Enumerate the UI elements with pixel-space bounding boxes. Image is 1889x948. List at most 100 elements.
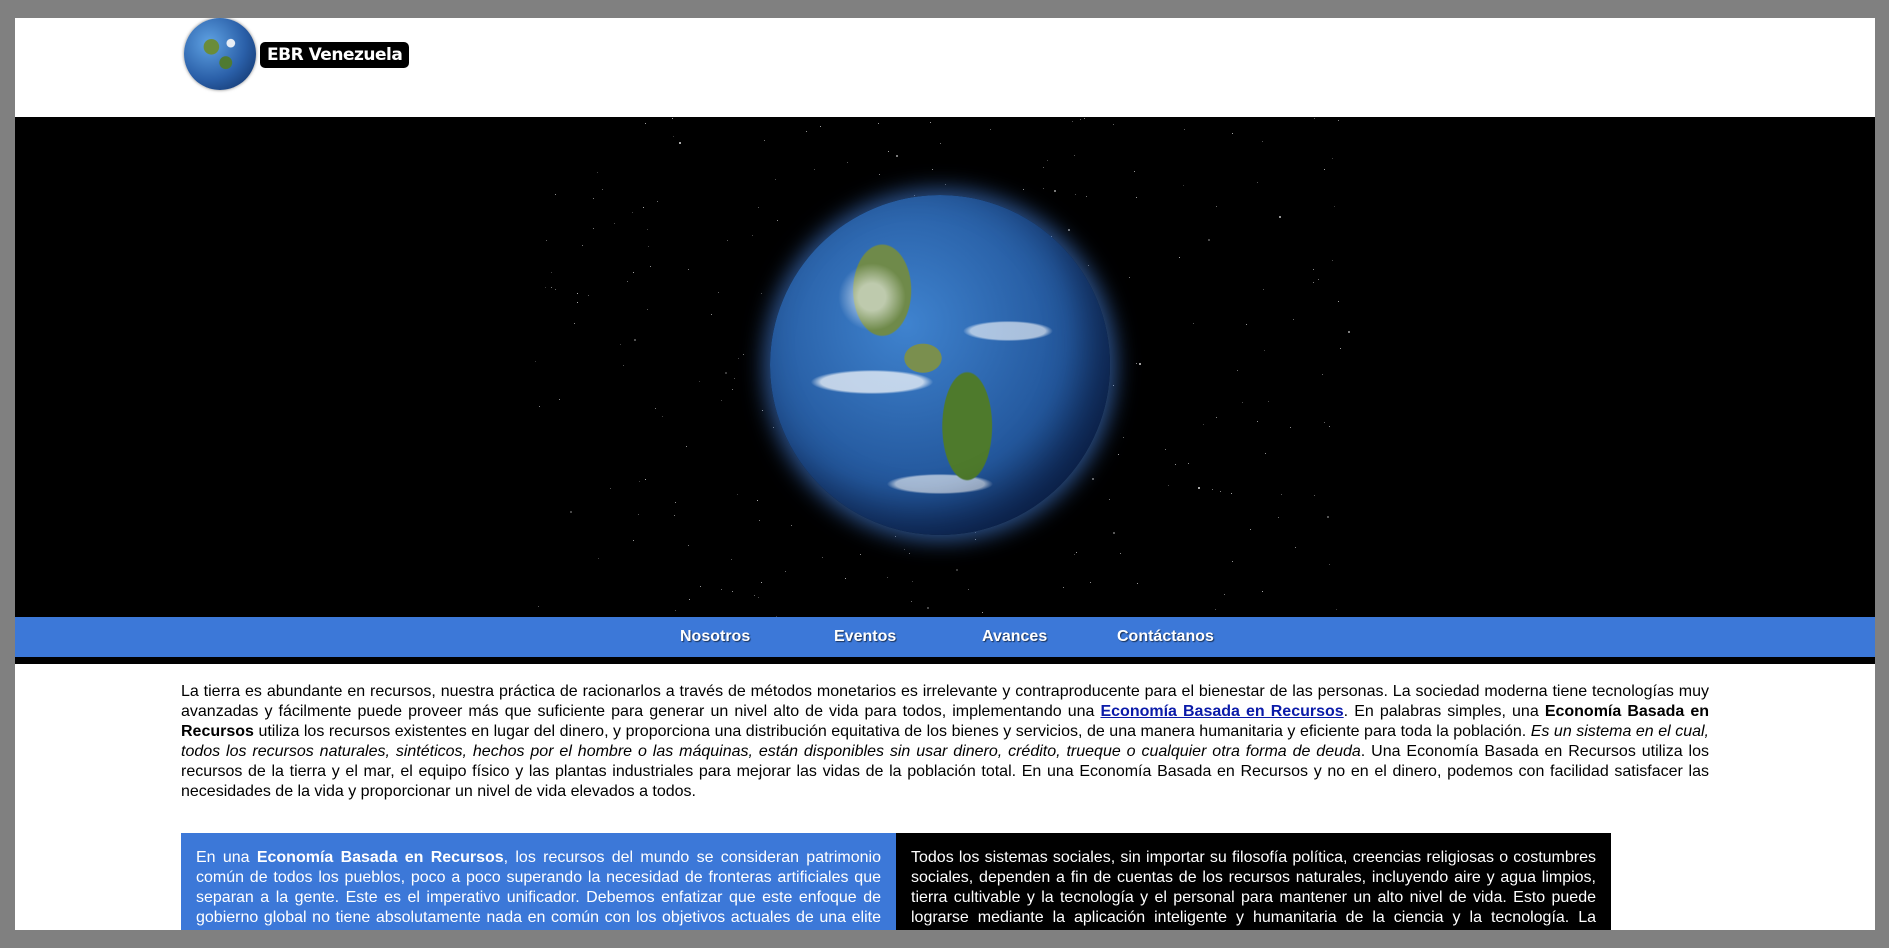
star-decoration xyxy=(968,588,970,590)
site-logo[interactable]: EBR Venezuela xyxy=(184,18,410,94)
earth-image xyxy=(770,195,1110,535)
star-decoration xyxy=(1336,608,1338,610)
star-decoration xyxy=(1074,155,1076,157)
star-decoration xyxy=(926,606,929,609)
star-decoration xyxy=(1198,486,1201,489)
star-decoration xyxy=(1237,369,1239,371)
star-decoration xyxy=(685,445,687,447)
right-column: Todos los sistemas sociales, sin importa… xyxy=(896,833,1611,930)
star-decoration xyxy=(718,292,720,294)
star-decoration xyxy=(1268,401,1270,403)
star-decoration xyxy=(1328,425,1330,427)
star-decoration xyxy=(1262,590,1264,592)
star-decoration xyxy=(756,500,758,502)
star-decoration xyxy=(687,269,689,271)
star-decoration xyxy=(753,595,755,597)
star-decoration xyxy=(1135,197,1137,199)
right-col-text: Todos los sistemas sociales, sin importa… xyxy=(911,849,1596,930)
star-decoration xyxy=(732,591,734,593)
star-decoration xyxy=(1219,490,1221,492)
star-decoration xyxy=(1332,259,1334,261)
star-decoration xyxy=(761,293,763,295)
star-decoration xyxy=(674,609,676,611)
star-decoration xyxy=(1231,132,1233,134)
star-decoration xyxy=(1337,119,1339,121)
star-decoration xyxy=(772,426,774,428)
star-decoration xyxy=(775,178,777,180)
star-decoration xyxy=(975,538,977,540)
star-decoration xyxy=(758,519,760,521)
star-decoration xyxy=(643,207,645,209)
star-decoration xyxy=(634,339,637,342)
star-decoration xyxy=(656,200,658,202)
star-decoration xyxy=(764,140,766,142)
star-decoration xyxy=(1117,453,1119,455)
nav-contactanos[interactable]: Contáctanos xyxy=(1117,617,1214,657)
star-decoration xyxy=(574,323,576,325)
star-decoration xyxy=(734,377,735,379)
star-decoration xyxy=(632,211,634,213)
nav-nosotros[interactable]: Nosotros xyxy=(680,617,750,657)
star-decoration xyxy=(981,611,983,613)
star-decoration xyxy=(1083,118,1085,120)
star-decoration xyxy=(1092,478,1095,481)
star-decoration xyxy=(1184,129,1186,131)
star-decoration xyxy=(1230,492,1232,494)
star-decoration xyxy=(551,286,553,288)
star-decoration xyxy=(1164,448,1166,450)
star-decoration xyxy=(1280,493,1282,495)
star-decoration xyxy=(546,239,548,241)
star-decoration xyxy=(930,121,932,123)
star-decoration xyxy=(785,570,787,572)
star-decoration xyxy=(1183,185,1185,187)
star-decoration xyxy=(1202,424,1204,426)
star-decoration xyxy=(1215,206,1217,208)
star-decoration xyxy=(597,171,599,173)
star-decoration xyxy=(742,354,744,356)
two-column-section: En una Economía Basada en Recursos, los … xyxy=(181,833,1612,930)
star-decoration xyxy=(911,581,913,583)
star-decoration xyxy=(1348,330,1351,333)
star-decoration xyxy=(822,557,824,559)
star-decoration xyxy=(1138,362,1141,365)
nav-eventos[interactable]: Eventos xyxy=(834,617,896,657)
star-decoration xyxy=(1312,281,1314,283)
star-decoration xyxy=(1293,318,1295,320)
star-decoration xyxy=(622,365,624,367)
intro-paragraph: La tierra es abundante en recursos, nues… xyxy=(181,682,1709,802)
star-decoration xyxy=(1337,300,1339,302)
star-decoration xyxy=(791,525,793,527)
star-decoration xyxy=(1327,516,1330,519)
star-decoration xyxy=(644,478,646,480)
star-decoration xyxy=(721,589,723,591)
nav-avances[interactable]: Avances xyxy=(982,617,1047,657)
star-decoration xyxy=(1062,586,1064,588)
star-decoration xyxy=(1246,324,1248,326)
star-decoration xyxy=(887,577,889,579)
star-decoration xyxy=(1122,436,1124,438)
star-decoration xyxy=(633,272,635,274)
star-decoration xyxy=(1212,488,1214,490)
star-decoration xyxy=(632,539,634,541)
globe-logo-icon xyxy=(184,18,256,90)
star-decoration xyxy=(761,409,763,411)
star-decoration xyxy=(559,398,561,400)
star-decoration xyxy=(1080,118,1082,120)
star-decoration xyxy=(1232,561,1234,563)
star-decoration xyxy=(581,245,583,247)
star-decoration xyxy=(1278,517,1280,519)
star-decoration xyxy=(1090,581,1092,583)
star-decoration xyxy=(932,169,934,171)
star-decoration xyxy=(1295,547,1297,549)
star-decoration xyxy=(1323,421,1325,423)
star-decoration xyxy=(1242,401,1244,403)
star-decoration xyxy=(903,548,905,550)
star-decoration xyxy=(1279,215,1282,218)
star-decoration xyxy=(975,532,977,534)
star-decoration xyxy=(688,544,690,546)
star-decoration xyxy=(689,598,691,600)
ebr-link[interactable]: Economía Basada en Recursos xyxy=(1100,703,1343,720)
page: EBR Venezuela Nosotros Eventos Avances C… xyxy=(15,18,1875,930)
star-decoration xyxy=(1318,279,1320,281)
star-decoration xyxy=(587,294,589,296)
